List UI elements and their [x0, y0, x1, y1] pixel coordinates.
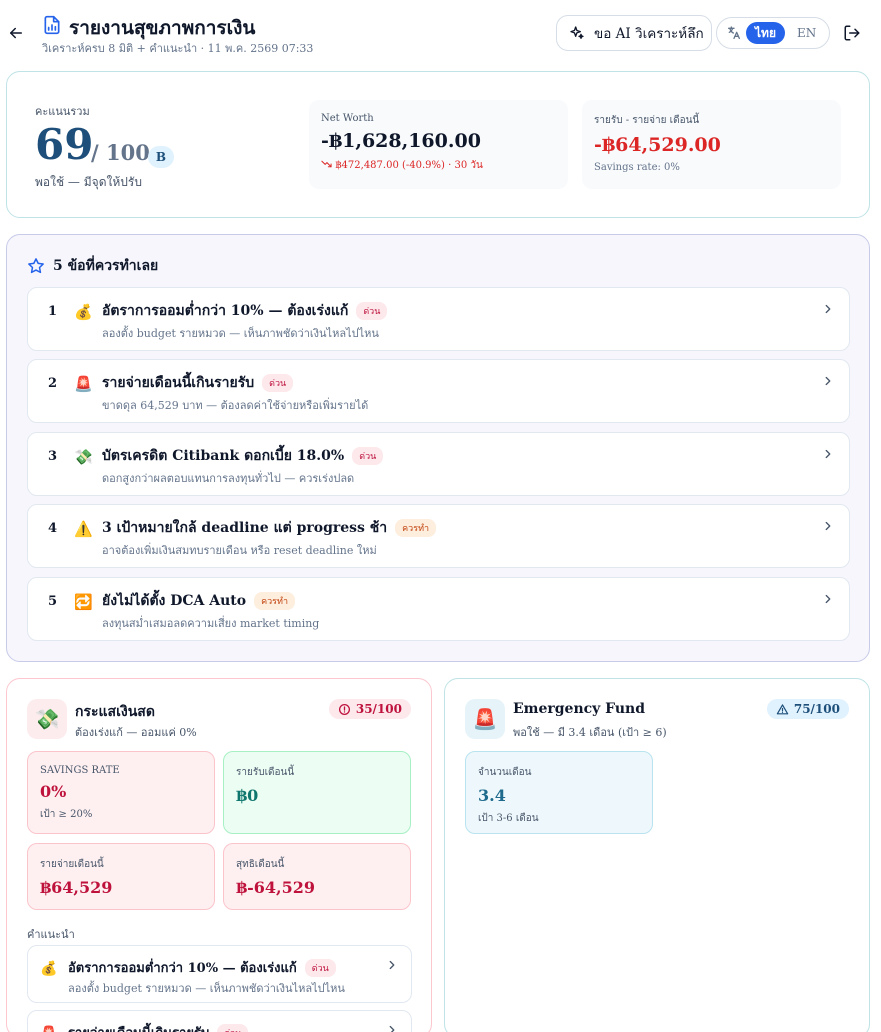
repeat-icon: 🔁	[74, 593, 93, 611]
dimension-score-badge: 35/100	[328, 699, 411, 719]
action-item[interactable]: 5 🔁 ยังไม่ได้ตั้ง DCA Auto ควรทำ ลงทุนสม่…	[27, 577, 850, 641]
months-covered-tile: จำนวนเดือน 3.4 เป้า 3-6 เดือน	[465, 751, 653, 834]
dimension-status: ต้องเร่งแก้ — ออมแค่ 0%	[75, 726, 197, 739]
siren-icon: 🚨	[74, 375, 93, 393]
score-description: พอใช้ — มีจุดให้ปรับ	[35, 175, 142, 189]
cashflow-label: รายรับ - รายจ่าย เดือนนี้	[594, 115, 700, 126]
dimension-title: กระแสเงินสด	[75, 704, 155, 720]
chevron-right-icon	[825, 594, 831, 604]
urgent-badge: ด่วน	[304, 958, 336, 977]
recommendation-item[interactable]: 💰 อัตราการออมต่ำกว่า 10% — ต้องเร่งแก้ ด่…	[27, 945, 412, 1003]
action-items-card: 5 ข้อที่ควรทำเลย 1 💰 อัตราการออมต่ำกว่า …	[6, 234, 870, 662]
action-item[interactable]: 1 💰 อัตราการออมต่ำกว่า 10% — ต้องเร่งแก้…	[27, 287, 850, 351]
lang-en-option[interactable]: EN	[797, 26, 816, 40]
page-subtitle: วิเคราะห์ครบ 8 มิติ + คำแนะนำ · 11 พ.ค. …	[42, 42, 314, 55]
chevron-right-icon	[389, 960, 395, 970]
should-do-badge: ควรทำ	[395, 519, 437, 537]
urgent-badge: ด่วน	[352, 447, 384, 465]
chevron-right-icon	[825, 304, 831, 314]
cashflow-value: -฿64,529.00	[594, 134, 721, 156]
grade-badge: B	[148, 146, 174, 168]
warning-triangle-icon	[776, 703, 789, 714]
savings-rate-note: Savings rate: 0%	[594, 162, 680, 173]
back-arrow-icon[interactable]	[7, 24, 25, 42]
recommendation-item[interactable]: 🚨 รายจ่ายเดือนนี้เกินรายรับด่วน	[27, 1010, 412, 1032]
money-wings-icon: 💸	[74, 448, 93, 466]
chevron-right-icon	[825, 449, 831, 459]
translate-icon	[728, 26, 740, 39]
chevron-right-icon	[825, 521, 831, 531]
language-switcher: ไทย EN	[716, 17, 830, 49]
monthly-income-tile: รายรับเดือนนี้ ฿0	[223, 751, 411, 834]
emergency-fund-card: 🚨 Emergency Fund พอใช้ — มี 3.4 เดือน (เ…	[444, 678, 870, 1032]
ai-analysis-label: ขอ AI วิเคราะห์ลึก	[594, 26, 704, 42]
logout-icon[interactable]	[843, 24, 861, 42]
savings-rate-tile: SAVINGS RATE 0% เป้า ≥ 20%	[27, 751, 215, 834]
siren-icon: 🚨	[465, 699, 505, 739]
score-max: / 100	[91, 140, 150, 165]
chevron-right-icon	[825, 376, 831, 386]
money-wings-icon: 💸	[27, 699, 67, 739]
recommendations-label: คำแนะนำ	[27, 928, 75, 941]
dimension-title: Emergency Fund	[513, 701, 646, 717]
net-worth-change: ฿472,487.00 (-40.9%) · 30 วัน	[321, 158, 556, 173]
score-label: คะแนนรวม	[35, 105, 90, 118]
ai-analysis-button[interactable]: ขอ AI วิเคราะห์ลึก	[556, 15, 712, 51]
siren-icon: 🚨	[40, 1026, 57, 1032]
warning-icon: ⚠️	[74, 520, 93, 538]
chevron-right-icon	[389, 1025, 395, 1032]
score-value: 69	[35, 120, 94, 169]
lang-thai-option[interactable]: ไทย	[746, 22, 785, 44]
money-bag-icon: 💰	[40, 961, 58, 977]
sparkles-icon	[570, 26, 584, 39]
action-item[interactable]: 4 ⚠️ 3 เป้าหมายใกล้ deadline แต่ progres…	[27, 504, 850, 568]
monthly-net-tile: สุทธิเดือนนี้ ฿-64,529	[223, 843, 411, 910]
report-file-icon	[44, 15, 60, 35]
trend-down-icon	[321, 160, 332, 168]
action-items-title: 5 ข้อที่ควรทำเลย	[27, 255, 158, 277]
monthly-cashflow-panel: รายรับ - รายจ่าย เดือนนี้ -฿64,529.00 Sa…	[582, 100, 841, 189]
alert-circle-icon	[338, 703, 350, 715]
net-worth-value: -฿1,628,160.00	[321, 130, 481, 152]
star-icon	[28, 258, 44, 274]
net-worth-panel: Net Worth -฿1,628,160.00 ฿472,487.00 (-4…	[309, 100, 568, 189]
dimension-score-badge: 75/100	[766, 699, 849, 719]
action-item[interactable]: 2 🚨 รายจ่ายเดือนนี้เกินรายรับ ด่วน ขาดดุล…	[27, 359, 850, 423]
cashflow-dimension-card: 💸 กระแสเงินสด ต้องเร่งแก้ — ออมแค่ 0% 35…	[6, 678, 432, 1032]
monthly-expense-tile: รายจ่ายเดือนนี้ ฿64,529	[27, 843, 215, 910]
money-bag-icon: 💰	[74, 303, 93, 321]
action-item[interactable]: 3 💸 บัตรเครดิต Citibank ดอกเบี้ย 18.0% ด่…	[27, 432, 850, 496]
should-do-badge: ควรทำ	[254, 592, 296, 610]
overall-score-card: คะแนนรวม 69 / 100 B พอใช้ — มีจุดให้ปรับ…	[6, 71, 870, 218]
page-header: รายงานสุขภาพการเงิน วิเคราะห์ครบ 8 มิติ …	[0, 0, 881, 62]
urgent-badge: ด่วน	[217, 1023, 249, 1032]
urgent-badge: ด่วน	[262, 374, 294, 392]
net-worth-label: Net Worth	[321, 113, 374, 124]
urgent-badge: ด่วน	[356, 302, 388, 320]
dimension-status: พอใช้ — มี 3.4 เดือน (เป้า ≥ 6)	[513, 726, 667, 739]
